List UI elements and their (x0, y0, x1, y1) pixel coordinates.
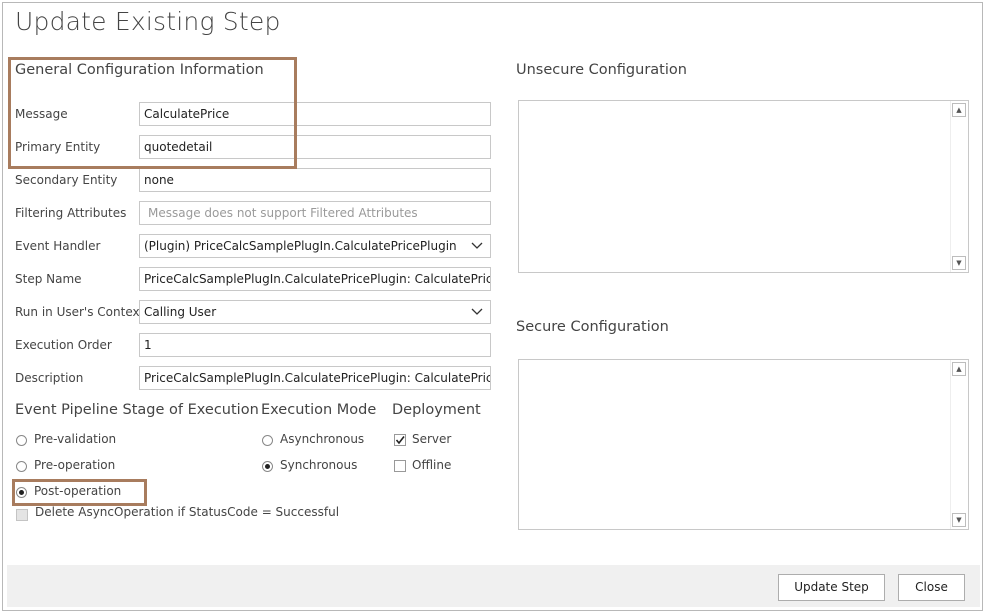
offline-checkbox[interactable] (394, 460, 406, 472)
dialog-footer: Update Step Close (7, 565, 980, 607)
secure-config-textarea[interactable]: ▲ ▼ (518, 359, 969, 530)
run-context-label: Run in User's Context (15, 305, 145, 319)
asynchronous-label: Asynchronous (280, 432, 365, 446)
server-checkbox[interactable] (394, 434, 406, 446)
chevron-down-icon (471, 242, 483, 249)
step-name-label: Step Name (15, 272, 82, 286)
pre-validation-radio[interactable] (16, 435, 27, 446)
update-step-button[interactable]: Update Step (778, 574, 885, 601)
pipeline-stage-title: Event Pipeline Stage of Execution (15, 402, 259, 418)
annotation-highlight-post-operation (12, 479, 147, 506)
scroll-up-arrow-icon[interactable]: ▲ (952, 103, 966, 117)
scroll-down-arrow-icon[interactable]: ▼ (952, 513, 966, 527)
update-step-dialog: Update Existing Step General Configurati… (2, 2, 983, 611)
deployment-title: Deployment (392, 402, 481, 418)
offline-label: Offline (412, 458, 452, 472)
scroll-up-arrow-icon[interactable]: ▲ (952, 362, 966, 376)
pre-validation-label: Pre-validation (34, 432, 117, 446)
annotation-highlight-general (8, 57, 297, 169)
synchronous-label: Synchronous (280, 458, 358, 472)
checkmark-icon (395, 436, 405, 445)
secure-scrollbar[interactable]: ▲ ▼ (950, 360, 968, 529)
event-handler-select[interactable]: (Plugin) PriceCalcSamplePlugIn.Calculate… (139, 234, 491, 258)
event-handler-label: Event Handler (15, 239, 101, 253)
scroll-down-arrow-icon[interactable]: ▼ (952, 256, 966, 270)
run-context-select[interactable]: Calling User (139, 300, 491, 324)
execution-mode-title: Execution Mode (261, 402, 377, 418)
server-label: Server (412, 432, 452, 446)
filtering-attributes-field[interactable]: Message does not support Filtered Attrib… (139, 201, 491, 225)
pre-operation-label: Pre-operation (34, 458, 116, 472)
event-handler-value: (Plugin) PriceCalcSamplePlugIn.Calculate… (144, 239, 457, 253)
pre-operation-radio[interactable] (16, 461, 27, 472)
dialog-title: Update Existing Step (15, 7, 281, 36)
step-name-field[interactable]: PriceCalcSamplePlugIn.CalculatePricePlug… (139, 267, 491, 291)
synchronous-radio[interactable] (262, 461, 273, 472)
close-button[interactable]: Close (898, 574, 965, 601)
secure-config-title: Secure Configuration (516, 319, 669, 335)
unsecure-config-title: Unsecure Configuration (516, 62, 687, 78)
unsecure-config-textarea[interactable]: ▲ ▼ (518, 100, 969, 273)
chevron-down-icon (471, 308, 483, 315)
execution-order-field[interactable]: 1 (139, 333, 491, 357)
execution-order-label: Execution Order (15, 338, 112, 352)
secondary-entity-label: Secondary Entity (15, 173, 118, 187)
delete-async-checkbox[interactable] (16, 509, 28, 521)
description-field[interactable]: PriceCalcSamplePlugIn.CalculatePricePlug… (139, 366, 491, 390)
delete-async-label: Delete AsyncOperation if StatusCode = Su… (35, 505, 340, 519)
unsecure-scrollbar[interactable]: ▲ ▼ (950, 101, 968, 272)
secondary-entity-field[interactable]: none (139, 168, 491, 192)
description-label: Description (15, 371, 84, 385)
run-context-value: Calling User (144, 305, 217, 319)
asynchronous-radio[interactable] (262, 435, 273, 446)
filtering-attributes-label: Filtering Attributes (15, 206, 127, 220)
